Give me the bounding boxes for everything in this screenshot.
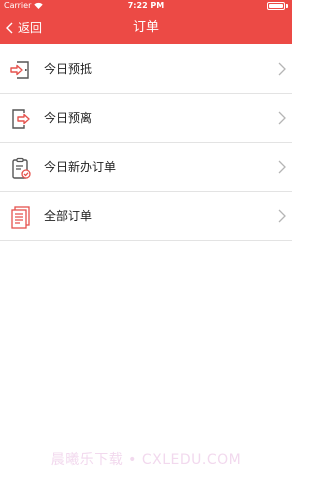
chevron-right-icon [278, 62, 286, 76]
chevron-right-icon [278, 111, 286, 125]
menu-item-label: 全部订单 [44, 209, 93, 223]
menu-item-label: 今日预抵 [44, 62, 93, 76]
chevron-right-icon [278, 209, 286, 223]
check-in-icon [10, 61, 29, 79]
status-time: 7:22 PM [127, 1, 165, 10]
top-header: Carrier 7:22 PM 返回 订单 [0, 0, 292, 44]
all-orders-icon [11, 206, 30, 229]
watermark-text: 晨曦乐下载 • CXLEDU.COM [50, 452, 242, 468]
page-title: 订单 [132, 20, 159, 35]
menu-item-label: 今日新办订单 [44, 160, 117, 174]
status-bar: Carrier 7:22 PM [0, 0, 292, 11]
menu-item-all-orders[interactable]: 全部订单 [0, 192, 292, 241]
nav-bar: 返回 订单 [0, 13, 292, 44]
menu-item-check-in-today[interactable]: 今日预抵 [0, 45, 292, 94]
new-order-icon [12, 157, 31, 179]
chevron-right-icon [278, 160, 286, 174]
menu-item-label: 今日预离 [44, 111, 93, 125]
battery-icon [267, 2, 288, 10]
order-menu-list: 今日预抵 今日预离 今日新办订单 全部订单 [0, 45, 292, 241]
check-out-icon [12, 109, 30, 129]
menu-item-check-out-today[interactable]: 今日预离 [0, 94, 292, 143]
menu-item-new-orders-today[interactable]: 今日新办订单 [0, 143, 292, 192]
